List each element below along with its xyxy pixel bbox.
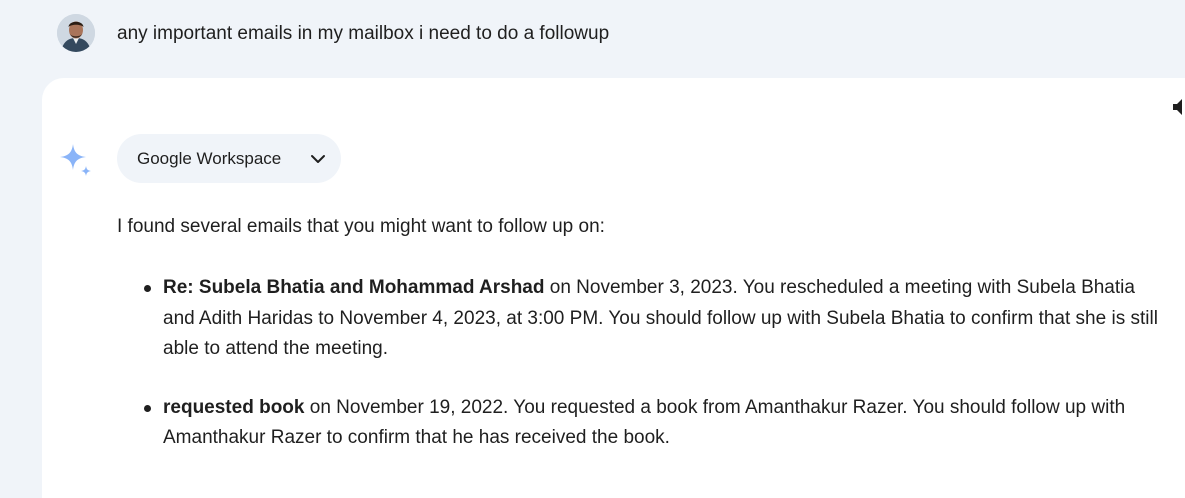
- google-workspace-chip[interactable]: Google Workspace: [117, 134, 341, 183]
- bullet-dot: [144, 404, 151, 412]
- email-subject: requested book: [163, 396, 305, 418]
- user-prompt-row: any important emails in my mailbox i nee…: [0, 0, 1185, 78]
- chevron-down-icon: [309, 150, 327, 168]
- email-list: Re: Subela Bhatia and Mohammad Arshad on…: [117, 273, 1167, 482]
- response-intro: I found several emails that you might wa…: [117, 216, 605, 237]
- bullet-dot: [144, 285, 151, 292]
- email-subject: Re: Subela Bhatia and Mohammad Arshad: [163, 277, 545, 298]
- list-item: requested book on November 19, 2022. You…: [117, 393, 1167, 454]
- email-detail: on November 19, 2022. You requested a bo…: [163, 396, 1126, 449]
- chip-label: Google Workspace: [137, 148, 282, 168]
- speaker-icon[interactable]: [1171, 96, 1185, 118]
- user-avatar[interactable]: [57, 14, 95, 52]
- gemini-sparkle-icon: [58, 142, 94, 178]
- list-item: Re: Subela Bhatia and Mohammad Arshad on…: [117, 273, 1167, 365]
- user-prompt-text: any important emails in my mailbox i nee…: [117, 23, 610, 44]
